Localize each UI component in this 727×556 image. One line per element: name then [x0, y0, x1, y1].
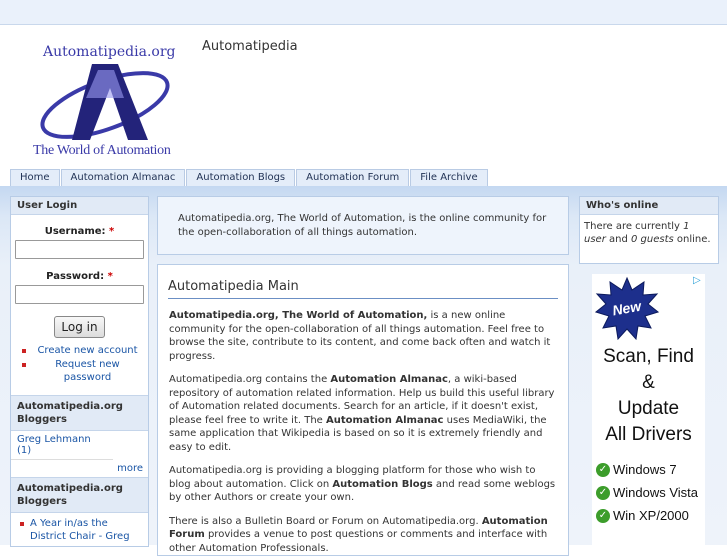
recent-posts-list: A Year in/as the District Chair - Greg [11, 513, 148, 543]
user-links: Create new account Request new password [14, 344, 145, 384]
almanac-paragraph: Automatipedia.org contains the Automatio… [169, 374, 555, 453]
site-name[interactable]: Automatipedia [202, 39, 298, 54]
check-icon: ✓ [596, 462, 610, 477]
site-logo[interactable]: Automatipedia.org The World of Automatio… [30, 40, 180, 162]
login-button[interactable]: Log in [54, 316, 105, 338]
almanac-link-2[interactable]: Automation Almanac [326, 415, 444, 426]
tab-home[interactable]: Home [10, 169, 60, 186]
tab-automation-almanac[interactable]: Automation Almanac [60, 169, 186, 186]
mission-text: Automatipedia.org, The World of Automati… [178, 213, 547, 238]
top-bar [0, 0, 727, 25]
ad-headline-2: & [642, 372, 655, 393]
login-form: Username: * Password: * Log in Create ne… [11, 215, 148, 389]
whos-online-block: Who's online There are currently 1 user … [579, 196, 719, 264]
ad-os-item: ✓ Win XP/2000 [596, 508, 689, 523]
ad-headline-3: Update [617, 398, 680, 419]
page-title: Automatipedia Main [168, 279, 558, 299]
ad-headline-4: All Drivers [605, 424, 692, 445]
tab-automation-blogs[interactable]: Automation Blogs [186, 169, 296, 186]
password-label: Password: * [46, 271, 113, 282]
password-input[interactable] [15, 285, 144, 304]
recent-post-item[interactable]: A Year in/as the District Chair - Greg [19, 517, 144, 543]
main-content: Automatipedia Main Automatipedia.org, Th… [157, 264, 569, 556]
login-block-title: User Login [11, 197, 148, 215]
new-badge-icon: New [595, 276, 659, 340]
ad-headline-1: Scan, Find [603, 346, 694, 367]
forum-paragraph: There is also a Bulletin Board or Forum … [169, 515, 548, 554]
bloggers-more-link[interactable]: more [11, 460, 148, 477]
advertisement[interactable]: ▷ New Scan, Find & Update All Drivers ✓ W… [592, 274, 705, 545]
primary-nav: Home Automation Almanac Automation Blogs… [10, 169, 489, 186]
username-label: Username: * [44, 226, 115, 237]
check-icon: ✓ [596, 485, 610, 500]
bloggers-block-title: Automatipedia.org Bloggers [11, 395, 148, 431]
check-icon: ✓ [596, 508, 610, 523]
blogs-link[interactable]: Automation Blogs [332, 479, 432, 490]
whos-online-title: Who's online [580, 197, 718, 215]
tab-automation-forum[interactable]: Automation Forum [296, 169, 410, 186]
almanac-link[interactable]: Automation Almanac [330, 374, 448, 385]
blogger-item[interactable]: Greg Lehmann (1) [11, 431, 113, 460]
left-sidebar: User Login Username: * Password: * Log i… [10, 196, 149, 547]
logo-tagline: The World of Automation [33, 143, 171, 158]
recent-posts-block-title: Automatipedia.org Bloggers [11, 477, 148, 513]
username-input[interactable] [15, 240, 144, 259]
intro-paragraph: Automatipedia.org, The World of Automati… [169, 310, 551, 362]
mission-box: Automatipedia.org, The World of Automati… [157, 196, 569, 255]
ad-os-item: ✓ Windows 7 [596, 462, 677, 477]
create-account-link[interactable]: Create new account [20, 344, 145, 357]
whos-online-text: There are currently 1 user and 0 guests … [584, 221, 711, 245]
adchoices-icon[interactable]: ▷ [693, 276, 703, 286]
ad-os-item: ✓ Windows Vista [596, 485, 698, 500]
request-password-link[interactable]: Request new password [20, 358, 145, 384]
blogs-paragraph: Automatipedia.org is providing a bloggin… [169, 465, 556, 503]
tab-file-archive[interactable]: File Archive [410, 169, 488, 186]
